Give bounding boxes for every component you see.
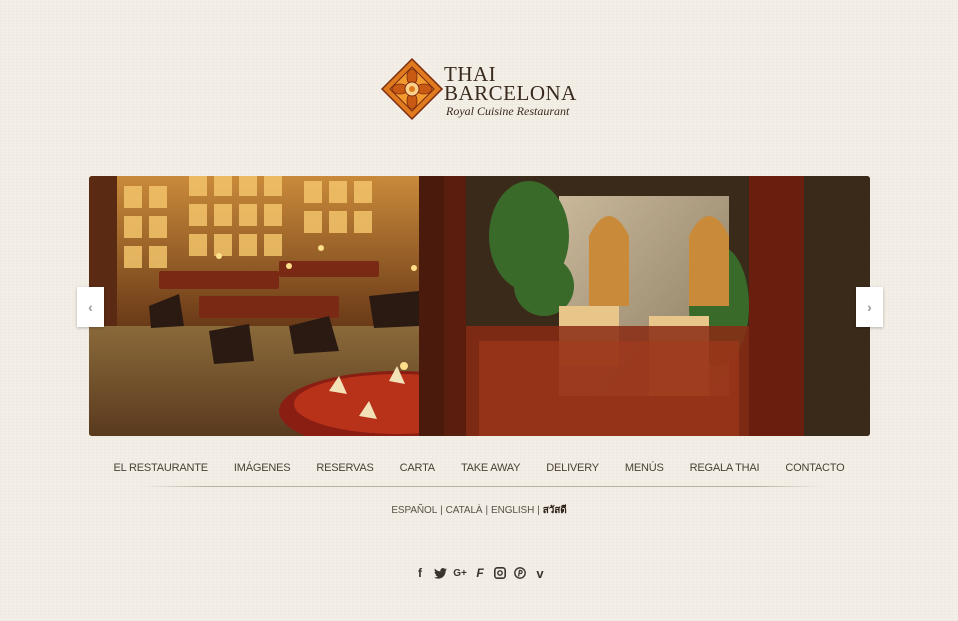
nav-item-regala-thai[interactable]: REGALA THAI bbox=[677, 459, 773, 477]
main-nav: EL RESTAURANTE IMÁGENES RESERVAS CARTA T… bbox=[0, 459, 958, 477]
nav-item-contacto[interactable]: CONTACTO bbox=[772, 459, 857, 477]
slider-prev-button[interactable]: ‹ bbox=[77, 287, 104, 327]
language-switcher: ESPAÑOL | CATALÀ | ENGLISH | สวัสดี bbox=[0, 503, 958, 518]
restaurant-interior-image bbox=[89, 176, 870, 436]
chevron-left-icon: ‹ bbox=[88, 299, 93, 315]
google-plus-icon[interactable]: G+ bbox=[453, 566, 467, 580]
chevron-right-icon: › bbox=[867, 299, 872, 315]
slider-next-button[interactable]: › bbox=[856, 287, 883, 327]
nav-item-menus[interactable]: MENÚS bbox=[612, 459, 677, 477]
site-logo[interactable]: THAI BARCELONA Royal Cuisine Restaurant bbox=[380, 57, 580, 127]
lang-separator: | bbox=[537, 505, 540, 516]
lang-catala[interactable]: CATALÀ bbox=[446, 505, 483, 516]
lang-separator: | bbox=[485, 505, 489, 516]
foursquare-icon[interactable]: F bbox=[473, 566, 487, 580]
nav-item-delivery[interactable]: DELIVERY bbox=[533, 459, 612, 477]
twitter-icon[interactable] bbox=[433, 566, 447, 580]
lang-thai[interactable]: สวัสดี bbox=[543, 505, 567, 516]
nav-item-reservas[interactable]: RESERVAS bbox=[303, 459, 386, 477]
vimeo-icon[interactable]: v bbox=[533, 566, 547, 581]
logo-tagline: Royal Cuisine Restaurant bbox=[446, 104, 570, 118]
social-links: f G+ F v bbox=[413, 565, 547, 581]
lang-espanol[interactable]: ESPAÑOL bbox=[391, 505, 437, 516]
nav-divider bbox=[140, 486, 825, 487]
lang-english[interactable]: ENGLISH bbox=[491, 505, 534, 516]
logo-emblem-icon bbox=[380, 57, 444, 121]
nav-item-imagenes[interactable]: IMÁGENES bbox=[221, 459, 303, 477]
facebook-icon[interactable]: f bbox=[413, 566, 427, 580]
hero-slider[interactable] bbox=[89, 176, 870, 436]
logo-title-line2: BARCELONA bbox=[444, 81, 577, 105]
instagram-icon[interactable] bbox=[493, 566, 507, 580]
nav-item-carta[interactable]: CARTA bbox=[387, 459, 448, 477]
nav-item-el-restaurante[interactable]: EL RESTAURANTE bbox=[101, 459, 221, 477]
lang-separator: | bbox=[440, 505, 443, 516]
pinterest-icon[interactable] bbox=[513, 566, 527, 580]
nav-item-take-away[interactable]: TAKE AWAY bbox=[448, 459, 533, 477]
